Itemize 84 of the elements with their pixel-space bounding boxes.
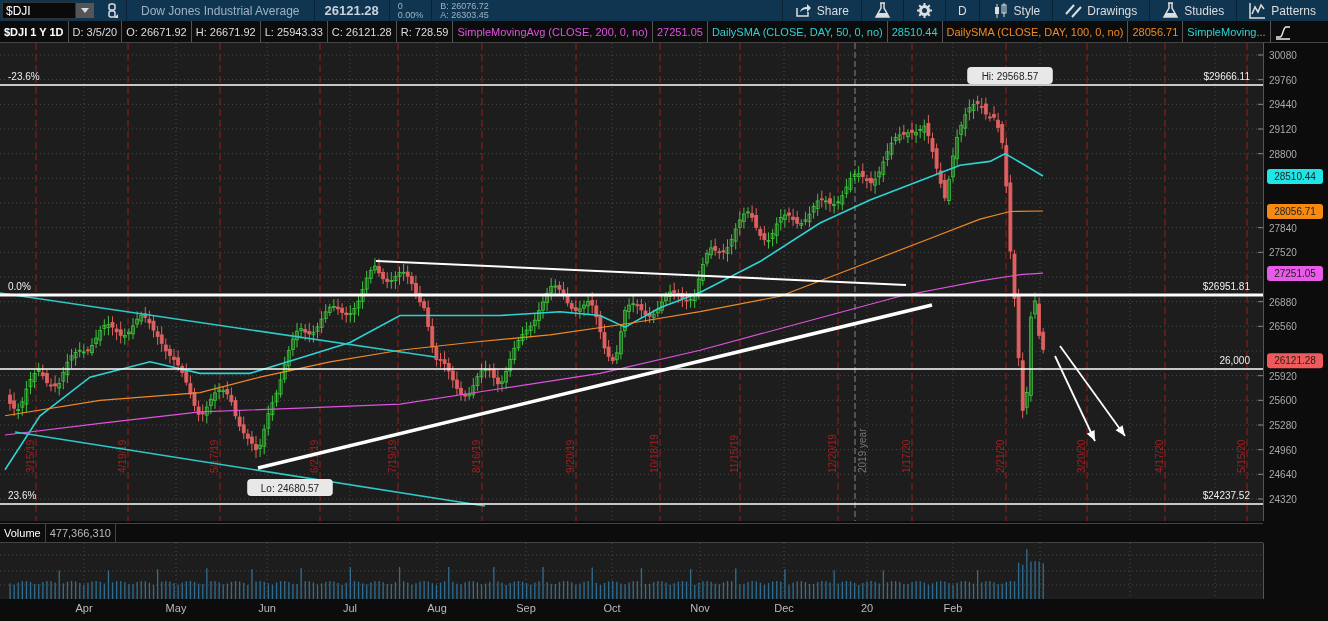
- axis-tick-label: 25600: [1269, 395, 1297, 407]
- study-value: 28056.71: [1128, 21, 1184, 42]
- date-marker-label: 3/20/20: [1076, 439, 1087, 473]
- date-marker-label: 4/19/19: [117, 439, 128, 473]
- ohlc-value: H: 26671.92: [191, 21, 261, 42]
- percent-change: 0.00%: [397, 10, 424, 20]
- price-callout: Hi: 29568.57: [967, 67, 1053, 84]
- axis-tick-label: 24320: [1269, 494, 1297, 505]
- study-value: 28510.44: [887, 21, 943, 42]
- ohlc-value: C: 26121.28: [327, 21, 397, 42]
- date-marker-label: 1/17/20: [901, 439, 912, 473]
- axis-tick-label: 28800: [1269, 148, 1297, 160]
- date-marker-label: 12/20/19: [827, 434, 838, 473]
- axis-tick-label: 29760: [1269, 74, 1297, 86]
- month-label: Aug: [427, 602, 447, 614]
- date-marker-label: 3/15/19: [25, 439, 36, 473]
- price-badge: 27251.05: [1267, 266, 1323, 282]
- ohlc-value: R: 728.59: [396, 21, 454, 42]
- date-marker-label: 5/15/20: [1236, 439, 1247, 473]
- volume-value: 477,366,310: [45, 524, 116, 542]
- level-price-label: 26,000: [1219, 355, 1250, 366]
- month-label: May: [165, 602, 187, 614]
- study-label: SimpleMovingAvg (CLOSE, 200, 0, no): [453, 21, 653, 42]
- axis-tick-label: 29440: [1269, 99, 1297, 111]
- toolbar-button[interactable]: D: [945, 0, 979, 21]
- ask-price: A: 26303.45: [440, 10, 489, 20]
- axis-tick-label: 30080: [1269, 50, 1297, 61]
- chart-title: $DJI 1 Y 1D: [0, 21, 69, 42]
- axis-tick-label: 24960: [1269, 444, 1297, 456]
- date-marker-label: 7/19/19: [387, 439, 398, 473]
- toolbar-button[interactable]: Drawings: [1053, 0, 1150, 21]
- level-label: 0.0%: [8, 281, 31, 292]
- ohlc-value: D: 3/5/20: [68, 21, 123, 42]
- toolbar-button[interactable]: Patterns: [1237, 0, 1328, 21]
- axis-tick-label: 25920: [1269, 370, 1297, 382]
- study-value: 27251.05: [653, 21, 708, 42]
- instrument-name: Dow Jones Industrial Average: [140, 3, 301, 18]
- price-badge: 28510.44: [1267, 169, 1323, 184]
- level-price-label: $29666.11: [1203, 71, 1250, 82]
- month-label: Feb: [943, 602, 963, 614]
- toolbar-button[interactable]: Share: [782, 0, 861, 21]
- level-label: 23.6%: [8, 490, 37, 501]
- study-label: DailySMA (CLOSE, DAY, 50, 0, no): [707, 21, 888, 42]
- month-label: Jul: [342, 602, 358, 614]
- date-marker-label: 5/17/19: [209, 439, 220, 473]
- study-label: DailySMA (CLOSE, DAY, 100, 0, no): [942, 21, 1129, 42]
- level-label: -23.6%: [8, 71, 40, 82]
- net-change: 0: [397, 1, 404, 11]
- symbol-field[interactable]: $DJI: [2, 2, 76, 19]
- ohlc-value: O: 26671.92: [122, 21, 192, 42]
- date-marker-label: 2/21/20: [995, 439, 1006, 473]
- price-badge: 26121.28: [1267, 353, 1323, 369]
- month-label: Oct: [603, 602, 621, 614]
- bid-price: B: 26076.72: [440, 1, 489, 11]
- date-marker-label: 11/15/19: [729, 434, 740, 473]
- month-label: Apr: [75, 602, 93, 614]
- level-price-label: $24237.52: [1202, 490, 1250, 501]
- axis-tick-label: 26880: [1269, 296, 1297, 308]
- last-price: 26121.28: [323, 3, 380, 18]
- volume-label: Volume: [0, 524, 46, 542]
- axis-tick-label: 25280: [1269, 420, 1297, 431]
- month-label: 20: [860, 602, 874, 614]
- date-marker-label: 10/18/19: [649, 434, 660, 473]
- month-label: Nov: [690, 602, 710, 614]
- axis-tick-label: 27520: [1269, 247, 1297, 259]
- price-callout: Lo: 24680.57: [247, 479, 333, 496]
- month-label: Jun: [258, 602, 276, 614]
- price-badge: 28056.71: [1267, 203, 1323, 219]
- date-marker-label: 8/16/19: [471, 439, 482, 473]
- study-label: SimpleMoving...: [1183, 21, 1271, 42]
- toolbar-button[interactable]: Style: [979, 0, 1053, 21]
- axis-tick-label: 29120: [1269, 124, 1297, 135]
- date-marker-label: 4/17/20: [1154, 439, 1165, 473]
- date-marker-label: 6/21/19: [309, 439, 320, 473]
- axis-tick-label: 26560: [1269, 321, 1297, 333]
- year-label: 2019 year: [857, 428, 868, 473]
- date-marker-label: 9/20/19: [565, 439, 576, 473]
- axis-tick-label: 24640: [1269, 469, 1297, 481]
- month-label: Sep: [516, 602, 536, 614]
- ohlc-value: L: 25943.33: [260, 21, 328, 42]
- axis-tick-label: 27840: [1269, 222, 1297, 234]
- toolbar-button[interactable]: Studies: [1150, 0, 1237, 21]
- month-label: Dec: [774, 602, 794, 614]
- level-price-label: $26951.81: [1202, 281, 1250, 292]
